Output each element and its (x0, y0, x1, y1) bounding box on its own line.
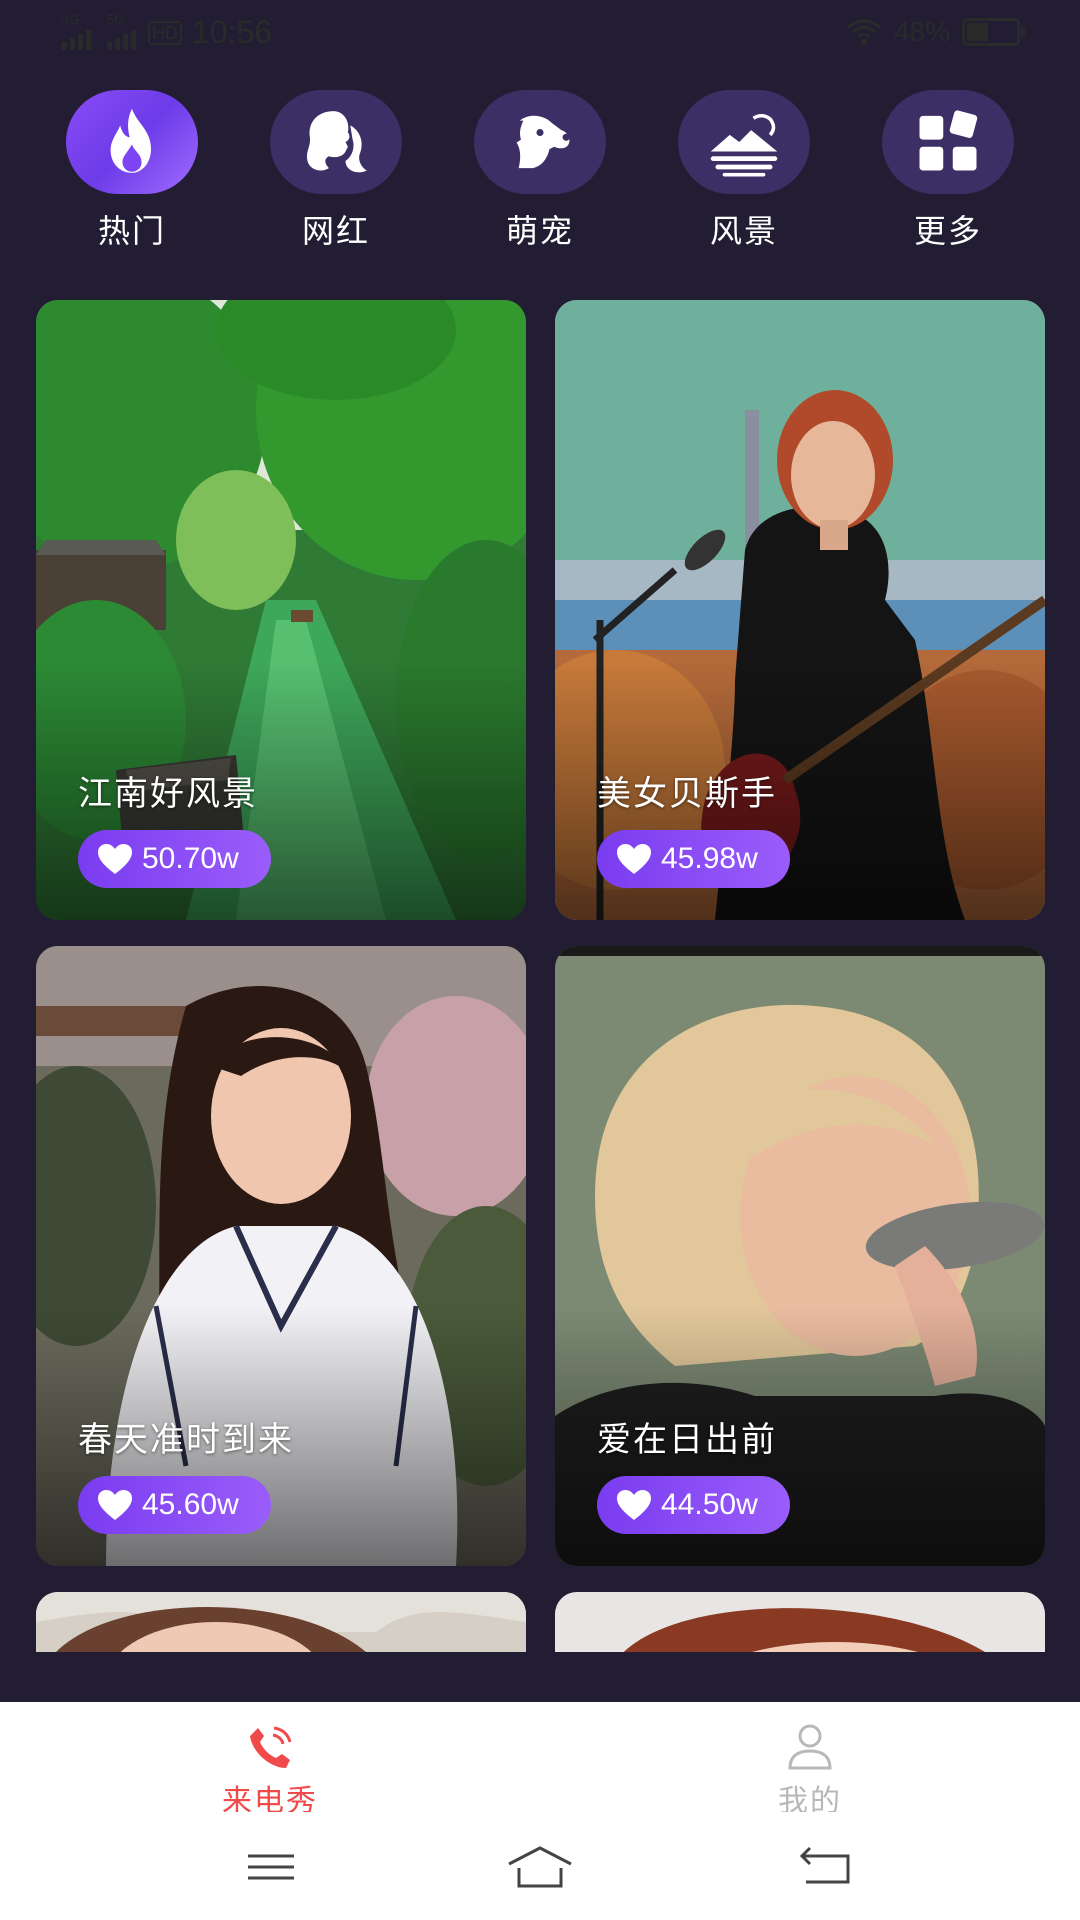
network-type-2: 5G (107, 11, 125, 27)
bottom-tab-bar: 来电秀 我的 (0, 1702, 1080, 1819)
hd-badge: HD (148, 20, 182, 45)
category-label: 热门 (97, 212, 166, 250)
video-thumbnail (36, 1592, 526, 1652)
home-icon[interactable] (505, 1842, 575, 1892)
video-thumbnail (555, 1592, 1045, 1652)
status-bar: 4G 5G HD 10:56 48% (0, 0, 1080, 70)
like-count: 50.70w (142, 842, 239, 875)
heart-icon (617, 844, 651, 874)
category-label: 网红 (301, 212, 370, 250)
system-nav-bar (0, 1812, 1080, 1920)
like-badge[interactable]: 45.98w (597, 830, 790, 888)
tab-mine[interactable]: 我的 (710, 1724, 910, 1820)
user-icon (788, 1724, 832, 1770)
status-time: 10:56 (192, 14, 273, 50)
menu-icon[interactable] (236, 1842, 306, 1892)
video-title: 美女贝斯手 (597, 774, 777, 814)
woman-profile-icon (306, 111, 367, 173)
video-title: 爱在日出前 (597, 1420, 777, 1460)
video-title: 春天准时到来 (78, 1420, 294, 1460)
grid-more-icon (919, 110, 978, 171)
category-row: 热门 网红 萌宠 风景 更多 (0, 90, 1080, 260)
category-pets[interactable]: 萌宠 (470, 90, 610, 252)
phone-ring-icon (250, 1726, 292, 1768)
battery-icon (962, 18, 1025, 46)
video-grid: 江南好风景 50.70w 美女贝斯手 45.98w 春天准时到来 45.60w … (0, 300, 1080, 1652)
category-circle (678, 90, 810, 194)
back-icon[interactable] (790, 1842, 860, 1892)
like-count: 44.50w (661, 1488, 758, 1521)
heart-icon (98, 844, 132, 874)
flame-icon (110, 108, 151, 173)
video-card-partial[interactable] (555, 1592, 1045, 1652)
signal-5g-icon: 5G (107, 12, 136, 50)
video-card[interactable]: 美女贝斯手 45.98w (555, 300, 1045, 920)
category-circle (66, 90, 198, 194)
tab-caller-show[interactable]: 来电秀 (170, 1724, 370, 1820)
video-card[interactable]: 江南好风景 50.70w (36, 300, 526, 920)
network-type-1: 4G (62, 11, 80, 27)
category-label: 更多 (913, 212, 982, 250)
landscape-icon (710, 114, 778, 177)
category-label: 风景 (709, 212, 778, 250)
video-card[interactable]: 爱在日出前 44.50w (555, 946, 1045, 1566)
like-badge[interactable]: 44.50w (597, 1476, 790, 1534)
like-badge[interactable]: 45.60w (78, 1476, 271, 1534)
video-title: 江南好风景 (78, 774, 258, 814)
like-count: 45.98w (661, 842, 758, 875)
battery-percent: 48% (893, 16, 950, 47)
category-hot[interactable]: 热门 (62, 90, 202, 252)
heart-icon (98, 1490, 132, 1520)
like-badge[interactable]: 50.70w (78, 830, 271, 888)
like-count: 45.60w (142, 1488, 239, 1521)
category-circle (474, 90, 606, 194)
video-card-partial[interactable] (36, 1592, 526, 1652)
heart-icon (617, 1490, 651, 1520)
category-more[interactable]: 更多 (878, 90, 1018, 252)
signal-4g-icon: 4G (62, 12, 91, 50)
dog-icon (511, 115, 570, 169)
category-label: 萌宠 (505, 212, 574, 250)
wifi-icon (847, 19, 881, 45)
category-circle (882, 90, 1014, 194)
video-card[interactable]: 春天准时到来 45.60w (36, 946, 526, 1566)
category-scenery[interactable]: 风景 (674, 90, 814, 252)
category-circle (270, 90, 402, 194)
category-influencer[interactable]: 网红 (266, 90, 406, 252)
